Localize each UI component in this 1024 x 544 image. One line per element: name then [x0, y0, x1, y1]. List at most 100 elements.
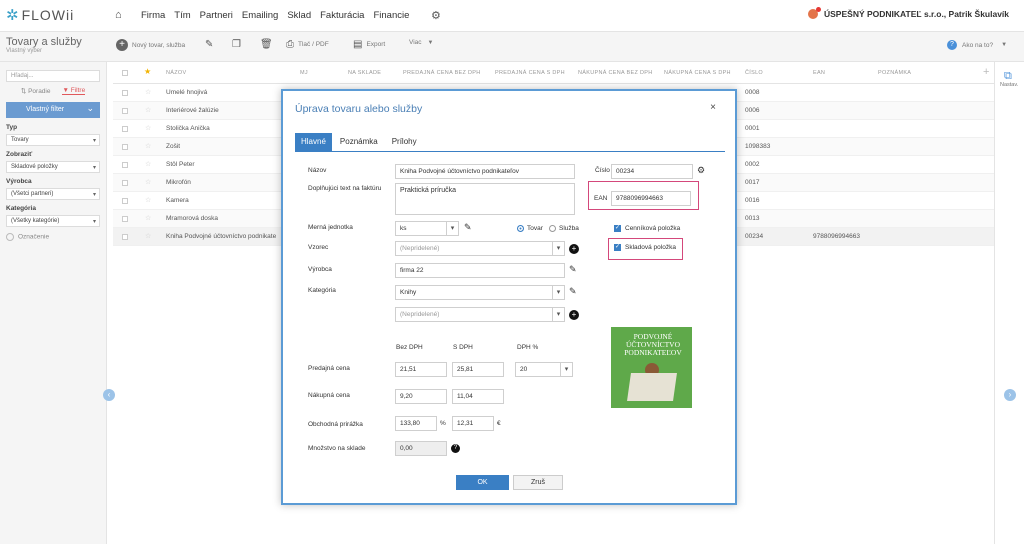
collapse-left-arrow[interactable]: ‹: [103, 389, 115, 401]
ok-button[interactable]: OK: [456, 475, 509, 490]
star-icon[interactable]: ☆: [145, 88, 151, 96]
pencil-icon[interactable]: ✎: [569, 264, 577, 275]
star-icon[interactable]: ☆: [145, 124, 151, 132]
unit-select[interactable]: ks: [395, 221, 459, 236]
nav-fakturacia[interactable]: Fakturácia: [320, 10, 364, 21]
sale-price-without-input[interactable]: 21,51: [395, 362, 447, 377]
row-checkbox[interactable]: [122, 144, 128, 150]
star-icon[interactable]: ☆: [145, 142, 151, 150]
settings-label[interactable]: Nastav.: [1000, 82, 1018, 88]
service-radio[interactable]: Služba: [549, 225, 579, 232]
collapse-right-arrow[interactable]: ›: [1004, 389, 1016, 401]
row-checkbox[interactable]: [122, 198, 128, 204]
edit-button[interactable]: ✎: [205, 39, 217, 50]
custom-filter-button[interactable]: Vlastný filter: [6, 100, 100, 118]
pencil-icon[interactable]: ✎: [569, 286, 577, 297]
stock-item-checkbox[interactable]: ✓ Skladová položka: [614, 244, 676, 251]
star-icon[interactable]: ☆: [145, 160, 151, 168]
nav-partneri[interactable]: Partneri: [200, 10, 233, 21]
tab-main[interactable]: Hlavné: [295, 133, 332, 151]
search-input[interactable]: Hľadaj...: [6, 70, 100, 82]
col-number[interactable]: ČÍSLO: [745, 70, 763, 76]
delete-button[interactable]: 🗑: [260, 39, 277, 50]
nav-financie[interactable]: Financie: [373, 10, 409, 21]
pricelist-checkbox[interactable]: ✓ Cenníková položka: [614, 225, 680, 232]
category-select[interactable]: Knihy: [395, 285, 565, 300]
stock-qty-label: Množstvo na sklade: [308, 445, 366, 452]
goods-radio[interactable]: Tovar: [517, 225, 543, 232]
help-button[interactable]: ? Ako na to? ▼: [947, 40, 1007, 50]
print-button[interactable]: ⎙ Tlač / PDF: [286, 39, 329, 50]
tab-order[interactable]: ⇅ Poradie: [21, 87, 51, 95]
star-icon[interactable]: ☆: [145, 106, 151, 114]
gear-icon[interactable]: ⚙: [431, 9, 441, 22]
company-user[interactable]: ÚSPEŠNÝ PODNIKATEĽ s.r.o., Patrik Škulav…: [808, 7, 1010, 19]
cancel-button[interactable]: Zruš: [513, 475, 563, 490]
col-ean[interactable]: EAN: [813, 70, 825, 76]
star-icon[interactable]: ☆: [145, 232, 151, 240]
margin-percent-input[interactable]: 133,80: [395, 416, 437, 431]
col-buy-without[interactable]: NÁKUPNÁ CENA BEZ DPH: [578, 70, 652, 76]
subcategory-select[interactable]: (Nepridelené): [395, 307, 565, 322]
buy-price-without-input[interactable]: 9,20: [395, 389, 447, 404]
col-stock[interactable]: NA SKLADE: [348, 70, 381, 76]
star-icon[interactable]: ☆: [145, 214, 151, 222]
extra-text-input[interactable]: Praktická príručka: [395, 183, 575, 215]
nav-firma[interactable]: Firma: [141, 10, 165, 21]
margin-eur-input[interactable]: 12,31: [452, 416, 494, 431]
col-unit[interactable]: MJ: [300, 70, 308, 76]
col-sale-without[interactable]: PREDAJNÁ CENA BEZ DPH: [403, 70, 481, 76]
new-item-label: Nový tovar, služba: [132, 41, 186, 49]
nav-emailing[interactable]: Emailing: [242, 10, 278, 21]
gear-icon[interactable]: ⚙: [697, 165, 705, 176]
maker-input[interactable]: firma 22: [395, 263, 565, 278]
home-icon[interactable]: ⌂: [115, 9, 122, 21]
star-icon[interactable]: ★: [144, 67, 151, 76]
template-select[interactable]: (Nepridelené): [395, 241, 565, 256]
new-item-button[interactable]: + Nový tovar, služba: [116, 39, 185, 51]
category-select[interactable]: (Všetky kategórie): [6, 215, 100, 227]
vat-select[interactable]: 20: [515, 362, 573, 377]
flowii-logo[interactable]: ✲ FLOWii: [6, 7, 74, 23]
more-button[interactable]: Viac ▼: [409, 39, 433, 46]
notification-icon[interactable]: [808, 7, 821, 19]
maker-select[interactable]: (Všetci partneri): [6, 188, 100, 200]
row-checkbox[interactable]: [122, 126, 128, 132]
ean-input[interactable]: 9788096994663: [611, 191, 691, 206]
name-input[interactable]: Kniha Podvojné účtovníctvo podnikateľov: [395, 164, 575, 179]
number-input[interactable]: 00234: [611, 164, 693, 179]
row-checkbox[interactable]: [122, 162, 128, 168]
tab-attachments[interactable]: Prílohy: [386, 133, 423, 151]
col-name[interactable]: NÁZOV: [166, 70, 186, 76]
nav-sklad[interactable]: Sklad: [287, 10, 311, 21]
add-template-icon[interactable]: +: [569, 244, 579, 254]
nav-tim[interactable]: Tím: [174, 10, 190, 21]
row-checkbox[interactable]: [122, 180, 128, 186]
show-select[interactable]: Skladové položky: [6, 161, 100, 173]
close-icon[interactable]: ×: [710, 102, 716, 113]
col-buy-with[interactable]: NÁKUPNÁ CENA S DPH: [664, 70, 731, 76]
col-sale-with[interactable]: PREDAJNÁ CENA S DPH: [495, 70, 565, 76]
col-note[interactable]: POZNÁMKA: [878, 70, 911, 76]
row-checkbox[interactable]: [122, 216, 128, 222]
help-icon[interactable]: ?: [451, 444, 460, 453]
row-checkbox[interactable]: [122, 90, 128, 96]
select-all-checkbox[interactable]: [122, 70, 128, 76]
star-icon[interactable]: ☆: [145, 196, 151, 204]
add-category-icon[interactable]: +: [569, 310, 579, 320]
tab-note[interactable]: Poznámka: [334, 133, 384, 151]
sale-price-with-input[interactable]: 25,81: [452, 362, 504, 377]
copy-button[interactable]: ❐: [232, 39, 245, 50]
company-name: ÚSPEŠNÝ PODNIKATEĽ s.r.o., Patrik Škulav…: [824, 9, 1010, 19]
pencil-icon[interactable]: ✎: [464, 222, 472, 233]
marking-filter[interactable]: Označenie: [6, 233, 100, 241]
type-select[interactable]: Tovary: [6, 134, 100, 146]
row-checkbox[interactable]: [122, 234, 128, 240]
tab-filter[interactable]: ▼ Filtre: [62, 87, 86, 95]
row-checkbox[interactable]: [122, 108, 128, 114]
product-image[interactable]: PODVOJNÉ ÚČTOVNÍCTVO PODNIKATEĽOV: [611, 327, 692, 408]
buy-price-with-input[interactable]: 11,04: [452, 389, 504, 404]
export-button[interactable]: ▤ Export: [353, 39, 385, 50]
add-column-icon[interactable]: +: [983, 66, 990, 78]
star-icon[interactable]: ☆: [145, 178, 151, 186]
